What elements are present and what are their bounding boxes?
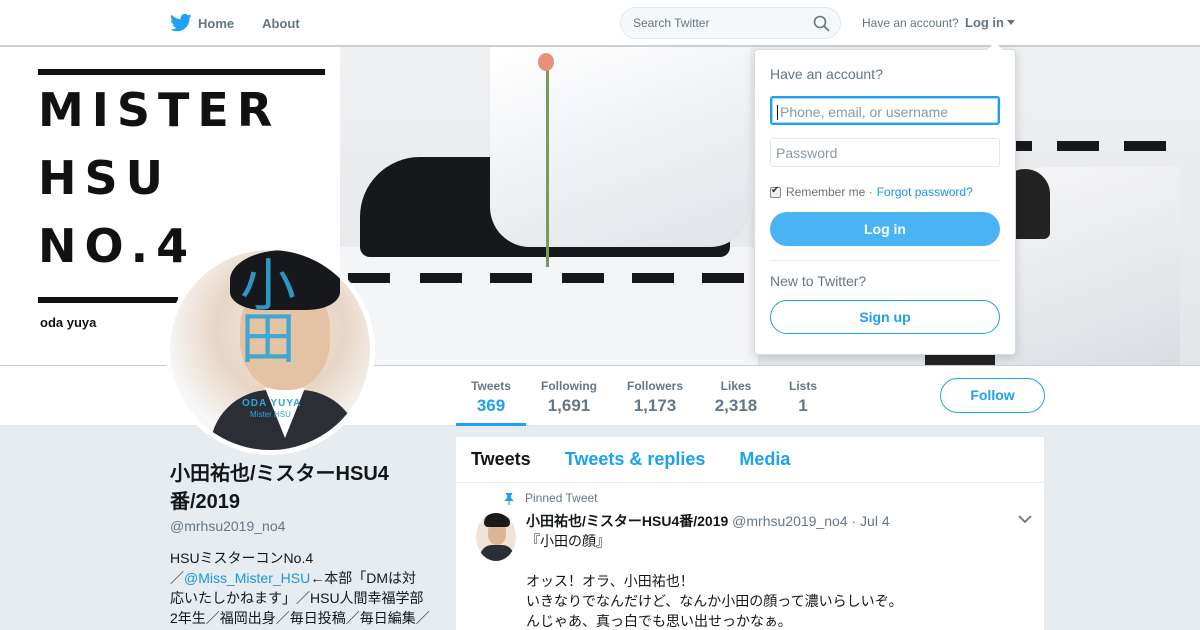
caret-down-icon (1007, 20, 1015, 25)
bio-mention-link[interactable]: @Miss_Mister_HSU (184, 570, 310, 586)
tweet-avatar-suit (480, 545, 514, 561)
bio-line: 応いたしかねます」／HSU人間幸福学部 (170, 590, 424, 606)
dropdown-title: Have an account? (770, 66, 883, 82)
tab-tweets[interactable]: Tweets (471, 449, 531, 470)
have-account-text: Have an account? (862, 16, 959, 30)
profile-name[interactable]: 小田祐也/ミスターHSU4番/2019 (170, 460, 430, 516)
remember-separator: · (865, 185, 873, 199)
stat-value: 1,691 (547, 396, 591, 415)
password-placeholder: Password (776, 145, 838, 161)
banner-dash (348, 273, 390, 283)
search-input[interactable]: Search Twitter (620, 7, 841, 39)
tweet-author-handle[interactable]: @mrhsu2019_no4 (732, 513, 847, 529)
profile-avatar[interactable]: 小田 ODA YUYA Mister HSU (165, 245, 375, 455)
bio-text: ←本部「DMは対 (310, 570, 417, 586)
twitter-bird-icon[interactable] (170, 13, 192, 33)
banner-caption: oda yuya (40, 315, 97, 330)
avatar-caption-2: Mister HSU (250, 410, 291, 419)
login-submit-button[interactable]: Log in (770, 212, 1000, 246)
stat-lists[interactable]: Lists 1 (783, 366, 823, 426)
remember-row: Remember me · Forgot password? (770, 185, 973, 199)
login-dropdown-toggle[interactable]: Log in (965, 15, 1015, 30)
username-field[interactable]: Phone, email, or username (770, 96, 1000, 125)
stat-value: 1 (798, 396, 808, 415)
tweet-avatar-hair (484, 513, 510, 527)
banner-dash (632, 273, 674, 283)
tab-tweets-replies[interactable]: Tweets & replies (565, 449, 706, 470)
stat-label: Lists (788, 379, 817, 393)
banner-line-mister: MISTER (38, 83, 281, 137)
banner-dash (702, 273, 744, 283)
stat-likes[interactable]: Likes 2,318 (706, 366, 766, 426)
dropdown-divider (770, 260, 1000, 261)
search-placeholder: Search Twitter (633, 16, 710, 30)
nav-left: Home About (170, 0, 328, 46)
stat-value: 1,173 (633, 396, 677, 415)
remember-label[interactable]: Remember me (786, 185, 865, 199)
avatar-caption: ODA YUYA (242, 398, 302, 409)
checkbox-icon[interactable] (770, 185, 781, 198)
top-navigation-bar: Home About Search Twitter Have an accoun… (0, 0, 1200, 46)
username-placeholder: Phone, email, or username (780, 104, 949, 120)
banner-line-hsu: HSU (38, 151, 171, 205)
new-to-twitter-text: New to Twitter? (770, 273, 867, 289)
profile-bio: HSUミスターコンNo.4 ／@Miss_Mister_HSU←本部「DMは対 … (170, 548, 435, 628)
banner-flower-stem (546, 67, 549, 267)
banner-line-no4: NO.4 (38, 219, 197, 273)
banner-dash (562, 273, 604, 283)
login-dropdown: Have an account? Phone, email, or userna… (754, 42, 1016, 355)
login-link-label: Log in (965, 15, 1004, 30)
timeline: Tweets Tweets & replies Media Pinned Twe… (456, 437, 1044, 630)
bio-prefix: ／ (170, 570, 184, 586)
banner-dash (420, 273, 462, 283)
stat-label: Following (541, 379, 597, 393)
banner-dash (1057, 141, 1099, 151)
tweet-separator: · (851, 513, 861, 529)
stat-label: Likes (720, 379, 752, 393)
bio-line: HSUミスターコンNo.4 (170, 550, 314, 566)
stat-tweets[interactable]: Tweets 369 (456, 366, 526, 426)
stat-label: Tweets (471, 379, 511, 393)
banner-dash (1016, 141, 1032, 151)
tweet-body: 『小田の顔』 オッス！オラ、小田祐也！ いきなりでなんだけど、なんか小田の顔って… (526, 533, 903, 629)
timeline-tabs: Tweets Tweets & replies Media (456, 437, 1044, 483)
tweet-avatar[interactable] (476, 513, 516, 561)
bio-line: 2年生／福岡出身／毎日投稿／毎日編集／ (170, 610, 430, 626)
nav-home-link[interactable]: Home (198, 16, 234, 31)
nav-about-link[interactable]: About (262, 16, 300, 31)
banner-bar-bottom (38, 297, 178, 303)
password-field[interactable]: Password (770, 138, 1000, 167)
stat-following[interactable]: Following 1,691 (535, 366, 603, 426)
stat-value: 2,318 (714, 396, 758, 415)
stat-label: Followers (626, 379, 683, 393)
follow-button[interactable]: Follow (940, 378, 1045, 413)
signup-button[interactable]: Sign up (770, 300, 1000, 334)
tab-media[interactable]: Media (739, 449, 790, 470)
tweet-header: 小田祐也/ミスターHSU4番/2019 @mrhsu2019_no4 · Jul… (526, 511, 890, 531)
dropdown-arrow (987, 42, 1003, 50)
search-icon[interactable] (813, 15, 830, 32)
banner-flower (538, 53, 554, 71)
banner-person-shirt (490, 47, 750, 247)
bio-line: ／@Miss_Mister_HSU←本部「DMは対 (170, 568, 435, 588)
stat-followers[interactable]: Followers 1,173 (620, 366, 690, 426)
profile-handle[interactable]: @mrhsu2019_no4 (170, 518, 285, 534)
banner-dash (490, 273, 532, 283)
banner-dash (1124, 141, 1166, 151)
stat-value: 369 (476, 396, 506, 415)
forgot-password-link[interactable]: Forgot password? (877, 185, 973, 199)
avatar-kanji-2: 田 (240, 307, 296, 373)
chevron-down-icon[interactable] (1018, 515, 1032, 523)
avatar-kanji: 小田 (240, 259, 296, 368)
pin-icon (504, 493, 514, 505)
banner-bar-top (38, 69, 325, 75)
avatar-photo: 小田 ODA YUYA Mister HSU (170, 250, 370, 450)
tweet-date[interactable]: Jul 4 (860, 513, 890, 529)
pinned-label: Pinned Tweet (525, 491, 598, 505)
tweet-author-name[interactable]: 小田祐也/ミスターHSU4番/2019 (526, 513, 728, 529)
